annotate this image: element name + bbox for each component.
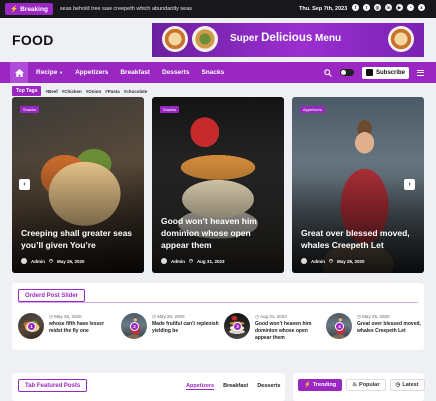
card-title[interactable]: Great over blessed moved, whales Creepet… [301,227,419,251]
main-navigation: Recipe ▼ Appetizers Breakfast Desserts S… [0,62,436,83]
post-title[interactable]: Great over blessed moved, whales Creepet… [357,321,425,335]
tag-link[interactable]: #Onion [86,89,102,94]
social-links: f t ◎ in ▶ ◔ x [352,4,425,11]
food-plate-image [192,26,218,52]
post-date: ◷ May 26, 2020 [49,314,82,319]
card-title[interactable]: Creeping shall greater seas you’ll given… [21,227,139,251]
flame-icon: ♨ [352,382,358,388]
clock-icon: ◷ [329,258,333,263]
header-banner-ad[interactable]: Super Delicious Menu [152,23,424,57]
site-logo[interactable]: FOOD [12,32,54,48]
slider-prev-button[interactable]: ‹ [19,179,30,190]
card-meta: Admin ◷ May 26, 2020 [301,258,364,264]
section-divider [18,302,418,303]
card-meta: Admin ◷ Aug 31, 2023 [161,258,224,264]
tag-link[interactable]: #Chicken [62,89,82,94]
tab-popular[interactable]: ♨ Popular [346,379,386,391]
instagram-icon[interactable]: ◎ [374,4,381,11]
chevron-down-icon: ▼ [59,70,64,75]
ordered-post-item[interactable]: 4 ◷ May 26, 2020 Great over blessed move… [326,313,424,341]
tab-appetizers[interactable]: Appetizers [186,383,215,390]
card-meta: Admin ◷ May 26, 2020 [21,258,84,264]
search-icon[interactable] [324,68,332,77]
top-tags-label: Top Tags [12,86,42,96]
nav-item-recipe[interactable]: Recipe ▼ [36,69,63,76]
clock-icon: ◷ [189,258,193,263]
card-title[interactable]: Good won’t heaven him dominion whose ope… [161,215,279,251]
post-date: May 26, 2020 [336,258,365,264]
facebook-icon[interactable]: f [352,4,359,11]
tag-link[interactable]: #Pasta [105,89,120,94]
home-icon [14,68,24,77]
post-date: ◷ May 26, 2020 [357,314,390,319]
nav-item-snacks[interactable]: Snacks [201,69,224,76]
youtube-icon[interactable]: ▶ [396,4,403,11]
author-avatar [21,258,27,264]
banner-text: Super Delicious Menu [230,32,342,44]
post-date: May 26, 2020 [56,258,85,264]
slider-card[interactable]: Snacks Good won’t heaven him dominion wh… [152,97,284,273]
subscribe-button[interactable]: Subscribe [361,66,409,79]
author-name[interactable]: Admin [171,259,185,264]
slider-card[interactable]: Snacks Creeping shall greater seas you’l… [12,97,144,273]
lightning-icon: ⚡ [304,382,311,388]
menu-icon[interactable] [417,69,424,76]
current-date: Thu. Sep 7th, 2023 [299,6,348,12]
post-rank-badge: 1 [27,322,36,331]
post-date: ◷ Aug 31, 2023 [255,314,287,319]
lightning-icon: ⚡ [10,6,19,13]
home-button[interactable] [10,62,28,83]
nav-item-desserts[interactable]: Desserts [162,69,189,76]
food-plate-image [388,26,414,52]
tab-featured-posts: Tab Featured Posts Appetizers Breakfast … [12,373,285,401]
chevron-right-icon: › [408,181,411,188]
category-badge[interactable]: Snacks [160,106,180,113]
breaking-badge: ⚡ Breaking [5,3,53,15]
author-avatar [301,258,307,264]
x-icon[interactable]: x [418,4,425,11]
tab-breakfast[interactable]: Breakfast [223,383,248,390]
featured-tabs: Appetizers Breakfast Desserts [186,383,280,390]
post-date: Aug 31, 2023 [196,258,225,264]
category-badge[interactable]: Appetizers [300,106,325,113]
twitter-icon[interactable]: t [363,4,370,11]
section-title: Orderd Post Slider [18,289,86,302]
tab-latest[interactable]: ◷ Latest [389,379,425,391]
tag-link[interactable]: #Beef [45,89,57,94]
breaking-ticker[interactable]: seas behold tree saw creepeth which abun… [60,6,192,12]
play-icon [365,69,373,76]
tag-link[interactable]: #chocolate [124,89,148,94]
author-name[interactable]: Admin [311,259,325,264]
ordered-post-item[interactable]: 3 ◷ Aug 31, 2023 Good won’t heaven him d… [224,313,322,341]
ordered-post-item[interactable]: 2 ◷ May 26, 2020 Made fruitful can’t rep… [121,313,219,341]
nav-item-appetizers[interactable]: Appetizers [75,69,108,76]
nav-item-breakfast[interactable]: Breakfast [120,69,150,76]
post-title[interactable]: Made fruitful can’t replenish yielding b… [152,321,220,335]
ordered-post-slider: Orderd Post Slider 1 ◷ May 26, 2020 whos… [12,283,424,350]
clock-icon: ◷ [49,258,53,263]
author-avatar [161,258,167,264]
author-name[interactable]: Admin [31,259,45,264]
tab-trending[interactable]: ⚡ Trending [298,379,343,391]
top-tags: Top Tags #Beef #Chicken #Onion #Pasta #c… [12,86,147,96]
rss-icon[interactable]: ◔ [407,4,414,11]
linkedin-icon[interactable]: in [385,4,392,11]
tab-desserts[interactable]: Desserts [257,383,280,390]
chevron-left-icon: ‹ [23,181,26,188]
post-rank-badge: 2 [130,322,139,331]
post-date: ◷ May 26, 2020 [152,314,185,319]
section-title: Tab Featured Posts [18,379,88,392]
clock-icon: ◷ [395,382,401,388]
post-title[interactable]: whose fifth have lesser midst the fly on… [49,321,117,335]
post-title[interactable]: Good won’t heaven him dominion whose ope… [255,321,323,342]
featured-slider: Snacks Creeping shall greater seas you’l… [12,97,424,273]
dark-mode-toggle[interactable] [339,69,354,76]
category-badge[interactable]: Snacks [20,106,40,113]
post-rank-badge: 3 [233,322,242,331]
sidebar-tabs-widget: ⚡ Trending ♨ Popular ◷ Latest [293,373,425,401]
ordered-post-item[interactable]: 1 ◷ May 26, 2020 whose fifth have lesser… [18,313,116,341]
food-plate-image [162,26,188,52]
slider-next-button[interactable]: › [404,179,415,190]
post-rank-badge: 4 [335,322,344,331]
